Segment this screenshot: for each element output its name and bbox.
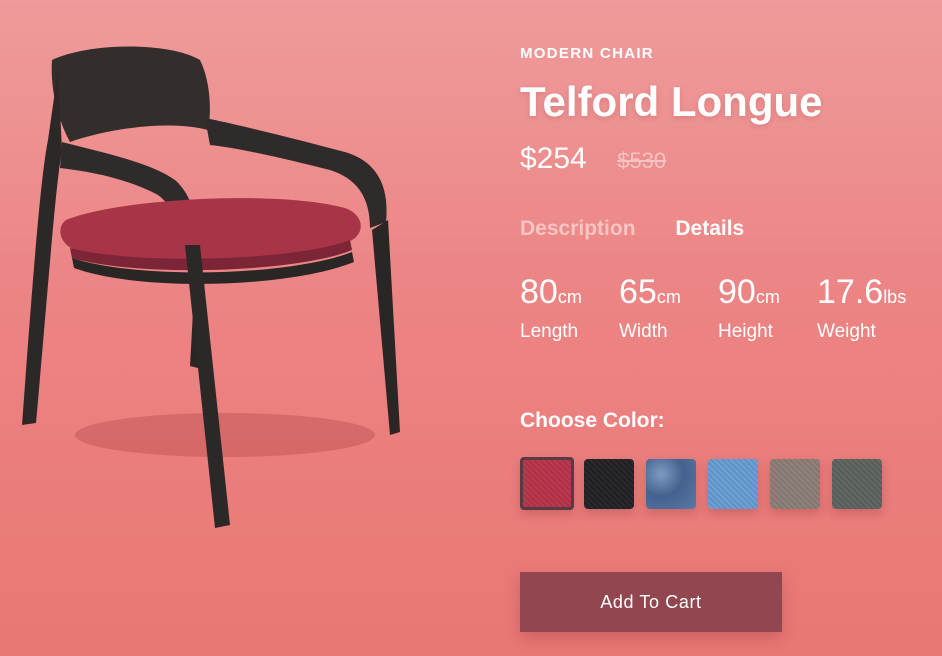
product-category: MODERN CHAIR (520, 45, 654, 62)
spec-width: 65cm Width (619, 272, 718, 343)
dimension-specs: 80cm Length 65cm Width 90cm Height 17.6l… (520, 272, 916, 343)
spec-weight-unit: lbs (883, 287, 907, 307)
spec-width-unit: cm (656, 287, 681, 307)
color-swatch-gray[interactable] (832, 459, 882, 509)
chair-shadow (75, 413, 375, 457)
choose-color-label: Choose Color: (520, 409, 665, 432)
spec-width-number: 65 (619, 273, 657, 311)
chair-backrest (51, 46, 210, 142)
spec-width-value: 65cm (619, 272, 718, 317)
color-swatch-black[interactable] (584, 459, 634, 509)
price-row: $254 $530 (520, 142, 666, 176)
spec-height: 90cm Height (718, 272, 817, 343)
color-swatch-denim[interactable] (646, 459, 696, 509)
spec-width-label: Width (619, 321, 668, 342)
product-image (0, 30, 440, 550)
color-swatch-taupe[interactable] (770, 459, 820, 509)
spec-weight-value: 17.6lbs (817, 272, 916, 317)
tab-description[interactable]: Description (520, 217, 636, 241)
spec-length-number: 80 (520, 273, 558, 311)
spec-height-unit: cm (755, 287, 780, 307)
product-info: MODERN CHAIR Telford Longue $254 $530 De… (520, 0, 930, 656)
product-title: Telford Longue (520, 78, 823, 125)
chair-front-leg-right (185, 245, 230, 528)
spec-length-label: Length (520, 321, 579, 342)
spec-height-number: 90 (718, 273, 756, 311)
original-price: $530 (617, 148, 667, 173)
spec-height-label: Height (718, 321, 773, 342)
chair-back-leg-right (372, 220, 400, 435)
spec-weight: 17.6lbs Weight (817, 272, 916, 343)
info-tabs: Description Details (520, 217, 778, 241)
spec-length: 80cm Length (520, 272, 619, 343)
spec-length-value: 80cm (520, 272, 619, 317)
spec-height-value: 90cm (718, 272, 817, 317)
color-swatch-red[interactable] (520, 457, 574, 510)
spec-weight-number: 17.6 (817, 273, 884, 311)
color-swatch-light-blue[interactable] (708, 459, 758, 509)
chair-front-leg-left (22, 70, 62, 425)
spec-length-unit: cm (557, 287, 582, 307)
color-swatches (520, 457, 894, 510)
spec-weight-label: Weight (817, 321, 876, 342)
current-price: $254 (520, 142, 587, 175)
add-to-cart-button[interactable]: Add To Cart (520, 572, 782, 632)
chair-illustration-icon (22, 46, 400, 528)
tab-details[interactable]: Details (675, 217, 744, 241)
